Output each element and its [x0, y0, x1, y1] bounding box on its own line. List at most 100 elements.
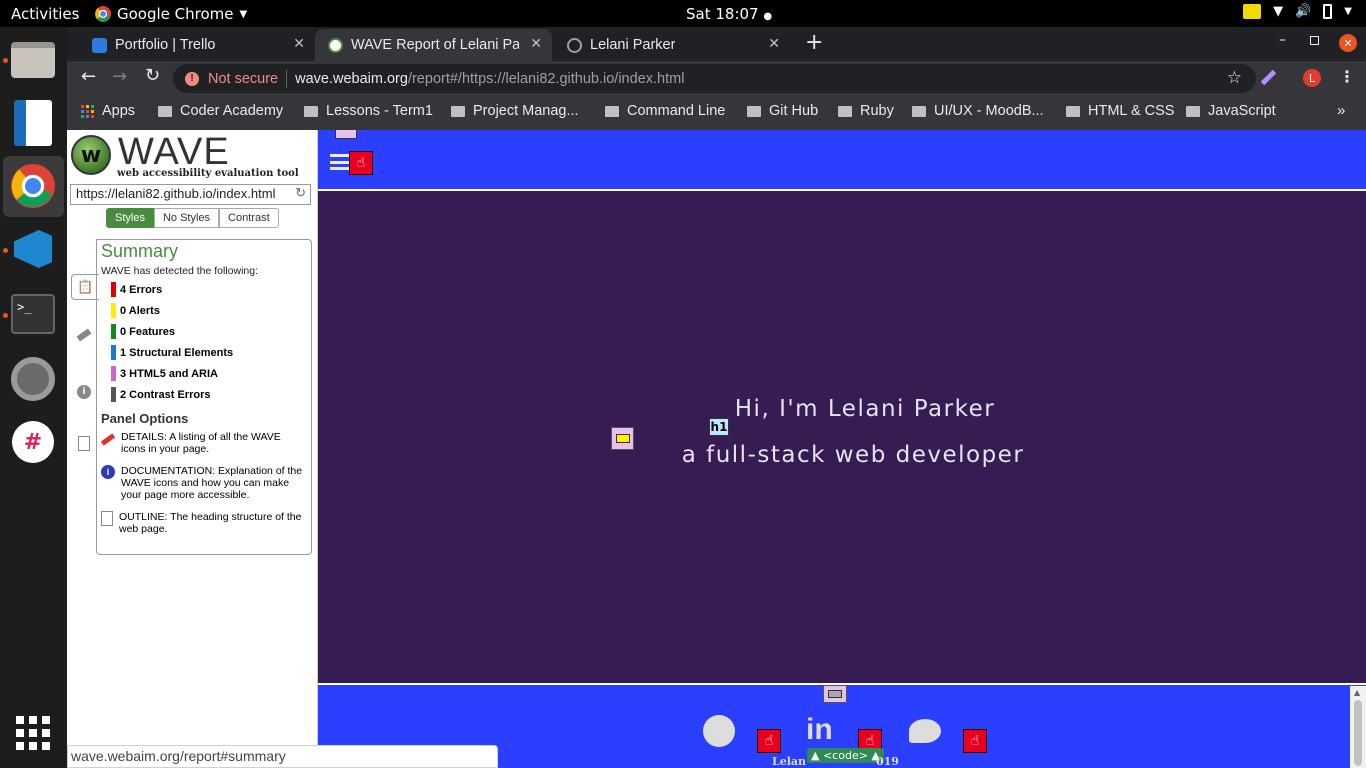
info-icon[interactable]: i — [77, 385, 91, 399]
features-swatch — [111, 324, 116, 339]
scroll-up-icon[interactable]: ▲ — [1354, 688, 1360, 697]
wave-tagline: web accessibility evaluation tool — [117, 168, 299, 179]
security-label[interactable]: Not secure — [208, 71, 278, 87]
close-window-icon[interactable]: ✕ — [1339, 34, 1357, 52]
bookmark-folder[interactable]: Project Manag... — [451, 103, 579, 119]
maximize-icon[interactable] — [1310, 36, 1319, 45]
address-bar[interactable]: ! Not secure wave.webaim.org /report#/ht… — [173, 64, 1256, 93]
summary-html5-aria[interactable]: 3 HTML5 and ARIA — [111, 363, 307, 384]
summary-panel: Summary WAVE has detected the following:… — [96, 239, 312, 555]
summary-item-label: 0 Alerts — [120, 304, 160, 317]
close-tab-icon[interactable]: ✕ — [768, 35, 780, 52]
flag-icon[interactable] — [76, 328, 92, 342]
wave-url-field[interactable]: https://lelani82.github.io/index.html ↻ — [70, 184, 311, 205]
new-tab-icon[interactable]: + — [805, 30, 823, 55]
eyedropper-icon[interactable] — [1260, 69, 1277, 86]
scroll-thumb[interactable] — [1354, 700, 1362, 766]
bookmark-folder[interactable]: HTML & CSS — [1066, 103, 1174, 119]
info-icon: i — [101, 465, 115, 479]
app-menu[interactable]: Google Chrome ▼ — [95, 5, 247, 23]
panel-option-documentation[interactable]: i DOCUMENTATION: Explanation of the WAVE … — [101, 465, 307, 501]
linkedin-icon[interactable]: in — [806, 713, 833, 747]
profile-avatar[interactable]: L — [1303, 69, 1321, 87]
activities-button[interactable]: Activities — [11, 5, 79, 23]
clock[interactable]: Sat 18:07 ● — [686, 5, 772, 23]
notification-dot-icon: ● — [763, 11, 773, 22]
url-host: wave.webaim.org — [295, 70, 408, 87]
panel-options-title: Panel Options — [101, 411, 189, 426]
bookmark-folder[interactable]: JavaScript — [1186, 103, 1276, 119]
folder-icon — [1186, 105, 1200, 117]
error-link-icon[interactable]: ☝ — [963, 729, 987, 753]
github-icon[interactable] — [703, 715, 735, 747]
bookmark-folder[interactable]: Coder Academy — [158, 103, 283, 119]
summary-detected-text: WAVE has detected the following: — [101, 265, 259, 277]
terminal-app-icon[interactable]: >_ — [9, 290, 57, 338]
tab-contrast[interactable]: Contrast — [219, 208, 279, 228]
summary-features[interactable]: 0 Features — [111, 321, 307, 342]
scrollbar[interactable]: ▲ — [1350, 686, 1366, 768]
site-nav: ☝ — [318, 130, 1366, 191]
reload-icon[interactable]: ↻ — [145, 65, 160, 86]
bookmark-folder[interactable]: Git Hub — [747, 103, 818, 119]
tab-trello[interactable]: Portfolio | Trello ✕ — [79, 29, 315, 61]
folder-icon — [912, 105, 926, 117]
show-apps-icon[interactable] — [9, 709, 57, 757]
star-icon[interactable]: ☆ — [1227, 68, 1242, 88]
running-indicator — [3, 58, 8, 63]
hero-subheading: a full-stack web developer — [681, 442, 1025, 468]
chrome-app-icon[interactable] — [9, 162, 57, 210]
menu-icon[interactable]: ⋮ — [1339, 67, 1355, 86]
hamburger-icon[interactable] — [330, 154, 350, 170]
close-tab-icon[interactable]: ✕ — [293, 35, 305, 52]
files-app-icon[interactable] — [9, 36, 57, 84]
chevron-right-icon[interactable]: » — [1337, 102, 1345, 119]
bookmark-folder[interactable]: Command Line — [605, 103, 725, 119]
summary-icon[interactable]: 📋 — [71, 274, 99, 300]
system-tray[interactable]: ▼ 🔊 ▼ — [1243, 4, 1352, 19]
bookmark-label: Apps — [102, 103, 136, 119]
tab-strip: Portfolio | Trello ✕ WAVE Report of Lela… — [67, 27, 1366, 61]
settings-app-icon[interactable] — [9, 355, 57, 403]
bookmark-apps[interactable]: Apps — [81, 103, 135, 119]
summary-contrast-errors[interactable]: 2 Contrast Errors — [111, 384, 307, 405]
bookmark-folder[interactable]: Ruby — [838, 103, 894, 119]
app-name: Google Chrome — [117, 5, 234, 23]
tab-styles[interactable]: Styles — [106, 208, 154, 228]
minimize-icon[interactable]: – — [1279, 32, 1286, 48]
battery-icon — [1323, 4, 1333, 19]
error-link-icon[interactable]: ☝ — [349, 151, 373, 175]
outline-icon[interactable] — [78, 436, 90, 451]
close-tab-icon[interactable]: ✕ — [530, 35, 542, 52]
alerts-swatch — [111, 303, 116, 318]
slack-app-icon[interactable]: # — [9, 418, 57, 466]
bookmark-folder[interactable]: UI/UX - MoodB... — [912, 103, 1044, 119]
folder-icon — [838, 105, 852, 117]
folder-icon — [158, 105, 172, 117]
summary-structural[interactable]: 1 Structural Elements — [111, 342, 307, 363]
summary-errors[interactable]: 4 Errors — [111, 279, 307, 300]
bookmark-label: Coder Academy — [180, 103, 284, 119]
summary-item-label: 2 Contrast Errors — [120, 388, 211, 401]
notes-icon — [1243, 4, 1262, 19]
forward-icon[interactable]: → — [112, 66, 127, 87]
tab-no-styles[interactable]: No Styles — [153, 208, 220, 228]
status-bar: wave.webaim.org/report#summary — [67, 745, 498, 768]
tab-wave-report[interactable]: WAVE Report of Lelani Pa ✕ — [315, 29, 552, 61]
bookmark-label: Project Manag... — [473, 103, 579, 119]
error-link-icon[interactable]: ☝ — [757, 729, 781, 753]
twitter-icon[interactable] — [909, 719, 941, 743]
panel-option-details[interactable]: DETAILS: A listing of all the WAVE icons… — [100, 431, 307, 455]
bookmark-folder[interactable]: Lessons - Term1 — [304, 103, 433, 119]
globe-icon — [567, 37, 582, 53]
bookmarks-bar: Apps Coder Academy Lessons - Term1 Proje… — [67, 95, 1366, 130]
refresh-icon[interactable]: ↻ — [295, 185, 306, 201]
panel-option-text: DETAILS: A listing of all the WAVE icons… — [121, 431, 281, 455]
writer-app-icon[interactable] — [9, 99, 57, 147]
back-icon[interactable]: ← — [81, 66, 96, 87]
vscode-app-icon[interactable] — [9, 225, 57, 273]
panel-option-outline[interactable]: OUTLINE: The heading structure of the we… — [101, 511, 307, 535]
summary-alerts[interactable]: 0 Alerts — [111, 300, 307, 321]
summary-item-label: 3 HTML5 and ARIA — [120, 367, 218, 380]
tab-lelani-parker[interactable]: Lelani Parker ✕ — [554, 29, 790, 61]
